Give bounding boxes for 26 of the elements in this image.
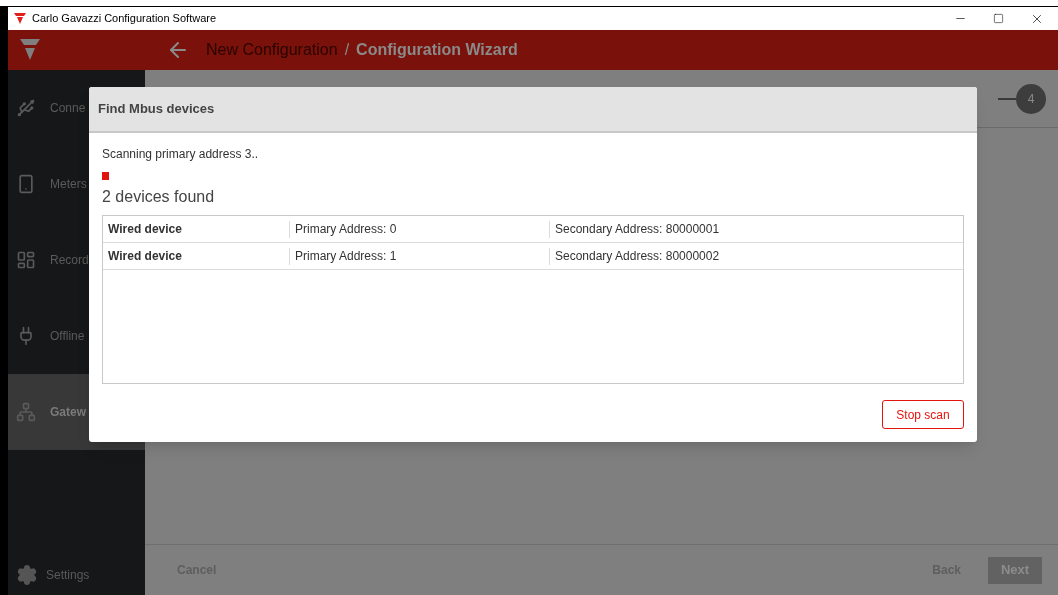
window-title: Carlo Gavazzi Configuration Software <box>32 11 217 27</box>
progress-indicator <box>102 172 109 180</box>
table-cell-text: Primary Address: 1 <box>294 248 398 265</box>
stop-scan-button[interactable]: Stop scan <box>882 400 964 429</box>
layout-icon <box>16 250 36 270</box>
sidebar-item[interactable]: Offline <box>8 298 145 374</box>
maximize-icon[interactable] <box>993 13 1004 24</box>
table-cell-text: Secondary Address: 80000001 <box>554 221 720 238</box>
table-cell-text: Wired device <box>107 248 183 265</box>
logo-icon <box>14 12 26 25</box>
network-icon <box>16 402 36 422</box>
phone-icon <box>16 174 36 194</box>
device-row[interactable]: Wired device Primary Address: 0 Secondary Address: 80000001 <box>103 216 963 243</box>
device-row[interactable]: Wired device Primary Address: 1 Secondary Address: 80000002 <box>103 243 963 270</box>
breadcrumb-separator: / <box>344 40 350 60</box>
table-cell-text: Secondary Address: 80000002 <box>554 248 720 265</box>
table-cell-text: Primary Address: 0 <box>294 221 398 238</box>
breadcrumb-item[interactable]: New Configuration <box>206 38 338 62</box>
breadcrumb-item: Configuration Wizard <box>356 40 518 60</box>
logo-icon <box>20 39 40 61</box>
table-cell-text: Wired device <box>107 221 183 238</box>
settings-label[interactable]: Settings <box>46 566 90 584</box>
dialog-title: Find Mbus devices <box>98 100 215 119</box>
scan-status: Scanning primary address 3.. <box>102 146 260 163</box>
usb-icon <box>16 98 36 118</box>
devices-found: 2 devices found <box>102 187 216 207</box>
